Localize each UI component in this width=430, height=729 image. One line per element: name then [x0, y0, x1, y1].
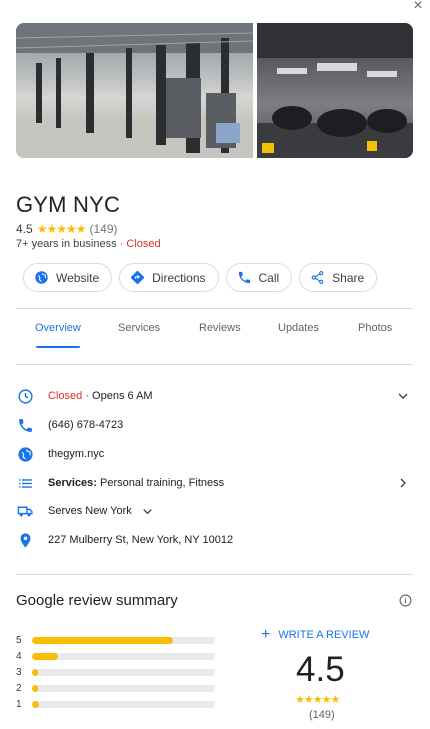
rating-bar-fill: [32, 700, 40, 708]
rating-bar-row[interactable]: 5: [16, 632, 215, 648]
open-status: Closed: [126, 238, 161, 250]
rating-bar-label: 5: [16, 634, 22, 646]
divider: [16, 308, 413, 309]
rating-bar-fill: [32, 684, 39, 692]
rating-bar-row[interactable]: 3: [16, 664, 215, 680]
tab-photos[interactable]: Photos: [358, 310, 392, 346]
separator-dot: ·: [119, 238, 124, 250]
address-row[interactable]: 227 Mulberry St, New York, NY 10012: [16, 529, 413, 551]
business-meta: 7+ years in business · Closed: [16, 238, 161, 250]
share-label: Share: [332, 270, 365, 285]
gym-photo[interactable]: [16, 23, 253, 158]
globe-icon: [16, 445, 34, 463]
hours-separator: ·: [82, 390, 93, 402]
divider: [16, 574, 413, 575]
rating-bar-row[interactable]: 4: [16, 648, 215, 664]
chevron-right-icon[interactable]: [395, 475, 411, 491]
average-rating: 4.5: [296, 650, 345, 689]
rating-bar-track: [32, 684, 215, 692]
divider: [16, 364, 413, 365]
write-review-button[interactable]: + WRITE A REVIEW: [261, 626, 370, 643]
rating-distribution: 5 4 3 2 1: [16, 632, 215, 712]
rating-bar-track: [32, 652, 215, 660]
share-button[interactable]: Share: [299, 263, 378, 292]
directions-icon: [131, 270, 145, 285]
website-url[interactable]: thegym.nyc: [48, 448, 104, 460]
service-area-row[interactable]: Serves New York: [16, 500, 413, 522]
info-icon[interactable]: [399, 594, 412, 607]
rating-bar-label: 1: [16, 698, 22, 710]
hours-row[interactable]: Closed · Opens 6 AM: [16, 385, 413, 407]
rating-bar-label: 2: [16, 682, 22, 694]
gym-interior-image: [16, 23, 253, 158]
call-button[interactable]: Call: [225, 263, 293, 292]
globe-icon: [35, 271, 48, 284]
rating-row[interactable]: 4.5 ★★★★★ (149): [16, 222, 118, 236]
phone-icon: [16, 416, 34, 434]
services-label: Services:: [48, 477, 97, 489]
action-buttons: Website Directions Call Share: [23, 263, 378, 292]
close-icon[interactable]: ×: [411, 0, 425, 14]
chevron-down-icon[interactable]: [395, 388, 411, 404]
plus-icon: +: [261, 626, 271, 643]
rating-bar-track: [32, 668, 215, 676]
tab-services[interactable]: Services: [118, 310, 160, 346]
service-area: Serves New York: [48, 505, 132, 517]
phone-row[interactable]: (646) 678-4723: [16, 414, 413, 436]
directions-button[interactable]: Directions: [119, 263, 219, 292]
truck-icon: [16, 502, 34, 520]
rating-bar-row[interactable]: 1: [16, 696, 215, 712]
location-pin-icon: [16, 531, 34, 549]
directions-label: Directions: [152, 270, 206, 285]
address[interactable]: 227 Mulberry St, New York, NY 10012: [48, 534, 233, 546]
gym-equipment-image: [257, 23, 413, 158]
services-row[interactable]: Services: Personal training, Fitness: [16, 472, 413, 494]
rating-bar-fill: [32, 636, 173, 644]
rating-bar-fill: [32, 652, 58, 660]
tab-overview[interactable]: Overview: [35, 310, 81, 348]
rating-bar-row[interactable]: 2: [16, 680, 215, 696]
rating-stars: ★★★★★: [36, 222, 87, 236]
list-icon: [16, 474, 34, 492]
tab-reviews[interactable]: Reviews: [199, 310, 241, 346]
years-in-business: 7+ years in business: [16, 238, 117, 250]
rating-bar-fill: [32, 668, 39, 676]
website-label: Website: [56, 270, 100, 285]
phone-icon: [238, 271, 250, 284]
rating-bar-label: 4: [16, 650, 22, 662]
photo-gallery[interactable]: [16, 23, 413, 158]
clock-icon: [16, 387, 34, 405]
review-summary-title: Google review summary: [16, 592, 178, 609]
write-review-label: WRITE A REVIEW: [278, 629, 370, 641]
call-label: Call: [258, 270, 280, 285]
website-button[interactable]: Website: [23, 263, 113, 292]
rating-bar-label: 3: [16, 666, 22, 678]
rating-bar-track: [32, 700, 215, 708]
place-title: GYM NYC: [16, 192, 121, 217]
rating-value: 4.5: [16, 222, 33, 236]
services-value: Personal training, Fitness: [100, 477, 225, 489]
share-icon: [311, 271, 324, 284]
gym-photo[interactable]: [257, 23, 413, 158]
hours-status: Closed: [48, 390, 83, 402]
tab-updates[interactable]: Updates: [278, 310, 319, 346]
tab-bar: Overview Services Reviews Updates Photos: [16, 310, 413, 348]
phone-number[interactable]: (646) 678-4723: [48, 419, 123, 431]
opening-time: Opens 6 AM: [92, 390, 153, 402]
rating-bar-track: [32, 636, 215, 644]
chevron-down-icon[interactable]: [140, 504, 155, 519]
review-count[interactable]: (149): [89, 222, 117, 236]
total-reviews[interactable]: (149): [309, 709, 335, 721]
average-stars: ★★★★★: [295, 694, 340, 706]
website-row[interactable]: thegym.nyc: [16, 443, 413, 465]
